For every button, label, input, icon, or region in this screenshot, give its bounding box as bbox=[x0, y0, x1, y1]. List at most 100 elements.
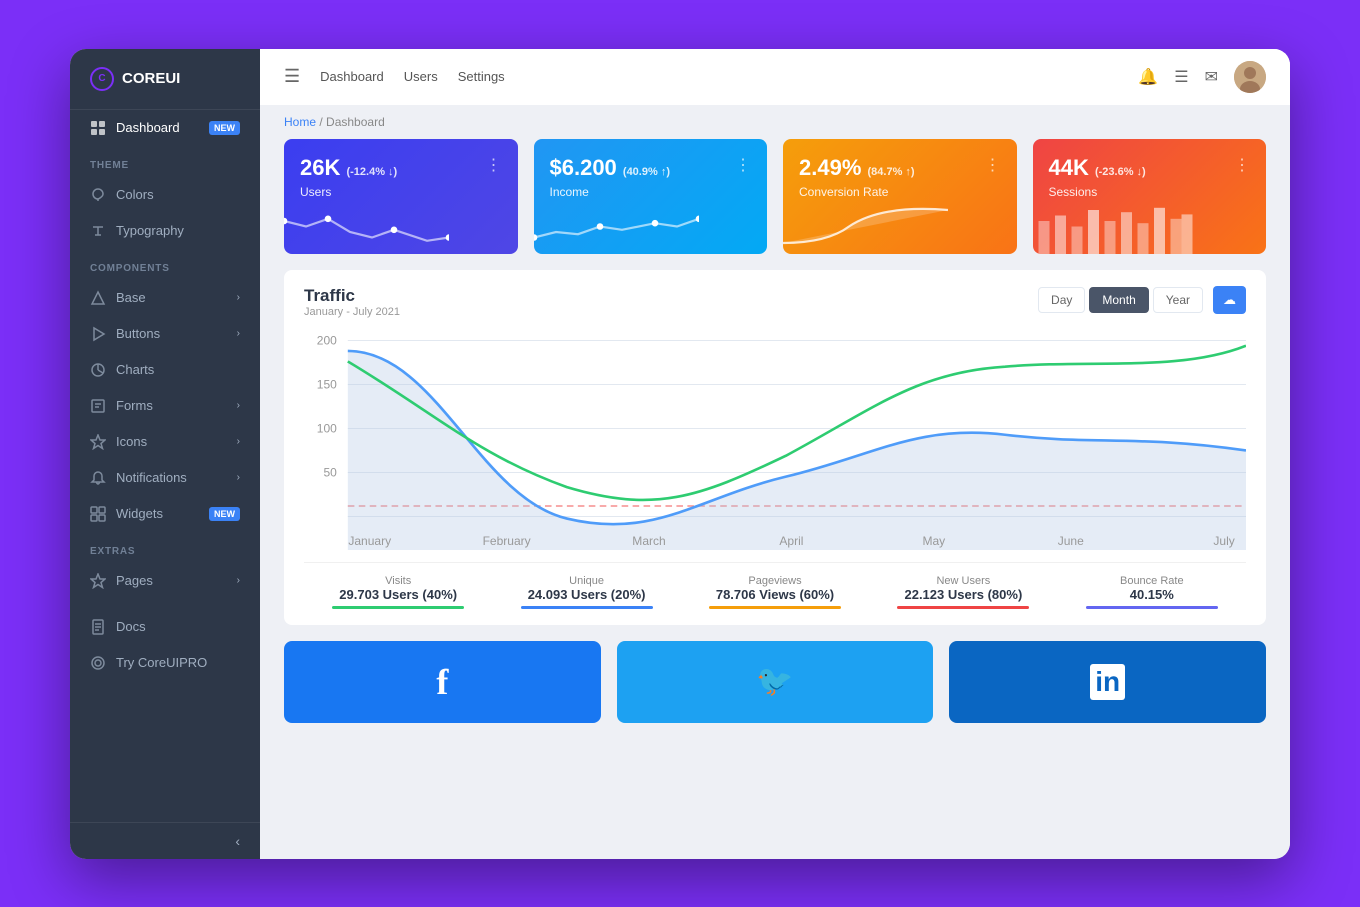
sidebar-logo[interactable]: C COREUI bbox=[70, 49, 260, 110]
typography-icon bbox=[90, 223, 106, 239]
pageviews-bar bbox=[709, 606, 841, 609]
sidebar-item-forms[interactable]: Forms › bbox=[70, 388, 260, 424]
visits-label: Visits bbox=[304, 575, 492, 587]
sidebar-item-widgets[interactable]: Widgets NEW bbox=[70, 496, 260, 532]
main-content: ☰ Dashboard Users Settings 🔔 ☰ ✉ bbox=[260, 49, 1290, 859]
income-menu-icon[interactable]: ⋮ bbox=[735, 155, 751, 175]
notifications-icon bbox=[90, 470, 106, 486]
stat-unique: Unique 24.093 Users (20%) bbox=[492, 575, 680, 609]
dashboard-label: Dashboard bbox=[116, 120, 180, 135]
header: ☰ Dashboard Users Settings 🔔 ☰ ✉ bbox=[260, 49, 1290, 105]
extras-section-label: EXTRAS bbox=[70, 532, 260, 563]
nav-users[interactable]: Users bbox=[404, 69, 438, 84]
bounce-label: Bounce Rate bbox=[1058, 575, 1246, 587]
income-label: Income bbox=[550, 185, 670, 199]
list-icon[interactable]: ☰ bbox=[1174, 67, 1188, 87]
buttons-icon bbox=[90, 326, 106, 342]
stat-card-conversion: 2.49% (84.7% ↑) Conversion Rate ⋮ bbox=[783, 139, 1017, 254]
pages-label: Pages bbox=[116, 573, 153, 588]
dashboard-badge: NEW bbox=[209, 121, 240, 135]
sessions-change: (-23.6% ↓) bbox=[1095, 166, 1146, 178]
visits-value: 29.703 Users (40%) bbox=[304, 587, 492, 602]
base-icon bbox=[90, 290, 106, 306]
conversion-menu-icon[interactable]: ⋮ bbox=[985, 155, 1001, 175]
social-card-twitter[interactable]: 🐦 bbox=[617, 641, 934, 723]
users-label: Users bbox=[300, 185, 397, 199]
bounce-bar bbox=[1086, 606, 1218, 609]
traffic-card: Traffic January - July 2021 Day Month Ye… bbox=[284, 270, 1266, 625]
stat-card-users: 26K (-12.4% ↓) Users ⋮ bbox=[284, 139, 518, 254]
social-card-linkedin[interactable]: in bbox=[949, 641, 1266, 723]
sidebar-item-notifications[interactable]: Notifications › bbox=[70, 460, 260, 496]
logo-text: COREUI bbox=[122, 70, 180, 87]
icons-chevron: › bbox=[237, 436, 240, 447]
svg-text:July: July bbox=[1213, 534, 1235, 547]
widgets-label: Widgets bbox=[116, 506, 163, 521]
notifications-chevron: › bbox=[237, 472, 240, 483]
time-btn-day[interactable]: Day bbox=[1038, 287, 1085, 313]
sidebar-item-pages[interactable]: Pages › bbox=[70, 563, 260, 599]
stat-visits: Visits 29.703 Users (40%) bbox=[304, 575, 492, 609]
time-btn-year[interactable]: Year bbox=[1153, 287, 1203, 313]
header-nav: Dashboard Users Settings bbox=[320, 69, 505, 84]
base-chevron: › bbox=[237, 292, 240, 303]
sidebar-item-typography[interactable]: Typography bbox=[70, 213, 260, 249]
header-left: ☰ Dashboard Users Settings bbox=[284, 66, 505, 87]
nav-settings[interactable]: Settings bbox=[458, 69, 505, 84]
time-btn-month[interactable]: Month bbox=[1089, 287, 1148, 313]
breadcrumb-home[interactable]: Home bbox=[284, 115, 316, 129]
theme-section-label: THEME bbox=[70, 146, 260, 177]
users-change: (-12.4% ↓) bbox=[346, 166, 397, 178]
charts-label: Charts bbox=[116, 362, 154, 377]
stat-card-income: $6.200 (40.9% ↑) Income ⋮ bbox=[534, 139, 768, 254]
content-area: 26K (-12.4% ↓) Users ⋮ bbox=[260, 139, 1290, 859]
sidebar-item-docs[interactable]: Docs bbox=[70, 609, 260, 645]
linkedin-icon: in bbox=[1090, 664, 1125, 700]
sessions-menu-icon[interactable]: ⋮ bbox=[1234, 155, 1250, 175]
stat-pageviews: Pageviews 78.706 Views (60%) bbox=[681, 575, 869, 609]
notifications-label: Notifications bbox=[116, 470, 187, 485]
docs-icon bbox=[90, 619, 106, 635]
svg-text:150: 150 bbox=[317, 378, 338, 391]
components-section-label: COMPONENTS bbox=[70, 249, 260, 280]
icons-label: Icons bbox=[116, 434, 147, 449]
new-users-label: New Users bbox=[869, 575, 1057, 587]
pro-label: Try CoreUIPRO bbox=[116, 655, 207, 670]
collapse-button[interactable]: ‹ bbox=[235, 833, 240, 849]
traffic-title: Traffic bbox=[304, 286, 400, 306]
pages-chevron: › bbox=[237, 575, 240, 586]
svg-text:200: 200 bbox=[317, 334, 338, 347]
pageviews-label: Pageviews bbox=[681, 575, 869, 587]
conversion-value: 2.49% (84.7% ↑) bbox=[799, 155, 915, 181]
logo-icon: C bbox=[90, 67, 114, 91]
mail-icon[interactable]: ✉ bbox=[1205, 67, 1218, 87]
hamburger-icon[interactable]: ☰ bbox=[284, 66, 300, 87]
sidebar-item-buttons[interactable]: Buttons › bbox=[70, 316, 260, 352]
social-card-facebook[interactable]: f bbox=[284, 641, 601, 723]
traffic-chart-svg: 200 150 100 50 January bbox=[304, 330, 1246, 550]
sidebar-item-base[interactable]: Base › bbox=[70, 280, 260, 316]
widgets-badge: NEW bbox=[209, 507, 240, 521]
sidebar-item-colors[interactable]: Colors bbox=[70, 177, 260, 213]
charts-icon bbox=[90, 362, 106, 378]
icons-icon bbox=[90, 434, 106, 450]
breadcrumb: Home / Dashboard bbox=[260, 105, 1290, 139]
pages-icon bbox=[90, 573, 106, 589]
users-menu-icon[interactable]: ⋮ bbox=[486, 155, 502, 175]
sidebar-item-icons[interactable]: Icons › bbox=[70, 424, 260, 460]
nav-dashboard[interactable]: Dashboard bbox=[320, 69, 384, 84]
sessions-value: 44K (-23.6% ↓) bbox=[1049, 155, 1146, 181]
new-users-value: 22.123 Users (80%) bbox=[869, 587, 1057, 602]
export-button[interactable]: ☁ bbox=[1213, 286, 1246, 314]
sidebar-item-dashboard[interactable]: Dashboard NEW bbox=[70, 110, 260, 146]
bell-icon[interactable]: 🔔 bbox=[1138, 67, 1158, 87]
dashboard-icon bbox=[90, 120, 106, 136]
sidebar-item-try-pro[interactable]: Try CoreUIPRO bbox=[70, 645, 260, 681]
sidebar-item-charts[interactable]: Charts bbox=[70, 352, 260, 388]
user-avatar[interactable] bbox=[1234, 61, 1266, 93]
traffic-controls: Day Month Year ☁ bbox=[1038, 286, 1246, 314]
buttons-label: Buttons bbox=[116, 326, 160, 341]
docs-label: Docs bbox=[116, 619, 146, 634]
unique-label: Unique bbox=[492, 575, 680, 587]
sidebar: C COREUI Dashboard NEW THEME Colors bbox=[70, 49, 260, 859]
